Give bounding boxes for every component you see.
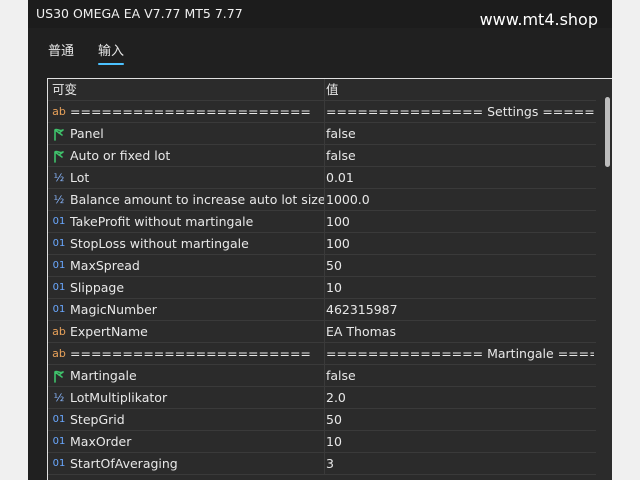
table-row[interactable]: 01 StopLoss without martingale 100 [48,233,596,255]
parameter-value-cell[interactable]: =============== Settings ======... [326,101,594,122]
table-row[interactable]: ½ Balance amount to increase auto lot siz… [48,189,596,211]
parameter-value-cell[interactable]: EA Thomas [326,321,594,342]
integer-type-icon: 01 [52,238,66,249]
table-row[interactable]: ab ======================= ===============… [48,343,596,365]
column-header-value[interactable]: 值 [326,79,594,100]
parameter-value-cell[interactable]: 3 [326,453,594,474]
tab-bar: 普通 输入 [28,28,612,68]
table-row[interactable]: Panel false [48,123,596,145]
parameter-name: StopLoss without martingale [70,236,249,251]
double-type-icon: ½ [53,193,65,206]
double-type-icon: ½ [53,391,65,404]
bool-type-icon [52,145,66,166]
parameter-name-cell: 01 StartOfAveraging [48,453,325,474]
bool-type-icon [52,123,66,144]
parameter-value-cell[interactable]: 100 [326,233,594,254]
parameter-name-cell: ½ Lot [48,167,325,188]
parameter-name: Panel [70,126,104,141]
parameter-name-cell: Martingale [48,365,325,386]
parameter-name: ExpertName [70,324,148,339]
parameter-value-cell[interactable]: =============== Martingale ====... [326,343,594,364]
table-row[interactable]: ab ======================= ===============… [48,101,596,123]
parameter-name-cell: 01 MaxOrder [48,431,325,452]
parameter-value-cell[interactable]: false [326,123,594,144]
properties-window: US30 OMEGA EA V7.77 MT5 7.77 www.mt4.sho… [28,0,612,480]
parameter-name-cell: 01 Slippage [48,277,325,298]
string-type-icon: ab [52,325,66,338]
table-row[interactable]: 01 StepGrid 50 [48,409,596,431]
table-row[interactable]: ½ LotMultiplikator 2.0 [48,387,596,409]
parameter-name: Auto or fixed lot [70,148,171,163]
parameter-value-cell[interactable]: 10 [326,277,594,298]
double-type-icon: ½ [53,171,65,184]
parameter-value-cell[interactable]: 0.01 [326,167,594,188]
table-row[interactable]: 01 MagicNumber 462315987 [48,299,596,321]
integer-type-icon: 01 [52,216,66,227]
parameter-name-cell: ab ExpertName [48,321,325,342]
parameter-name-cell: 01 StopLoss without martingale [48,233,325,254]
parameter-name: Balance amount to increase auto lot size [70,192,325,207]
parameter-value-cell[interactable]: 50 [326,255,594,276]
integer-type-icon: 01 [52,414,66,425]
parameter-name: LotMultiplikator [70,390,168,405]
parameter-name-cell: 01 StepGrid [48,409,325,430]
integer-type-icon: 01 [52,282,66,293]
parameter-name: Lot [70,170,90,185]
parameter-value-cell[interactable]: 2.0 [326,387,594,408]
tab-common[interactable]: 普通 [48,40,74,59]
tab-inputs[interactable]: 输入 [98,40,125,65]
table-row[interactable]: 01 MaxSpread 50 [48,255,596,277]
integer-type-icon: 01 [52,458,66,469]
parameter-name-cell: 01 MagicNumber [48,299,325,320]
table-row[interactable]: Martingale false [48,365,596,387]
table-row[interactable]: ab ExpertName EA Thomas [48,321,596,343]
column-header-variable[interactable]: 可变 [48,79,325,100]
parameter-name-cell: ½ LotMultiplikator [48,387,325,408]
parameter-name: ======================= [70,346,311,361]
parameter-name-cell: 01 MaxSpread [48,255,325,276]
table-row[interactable]: Auto or fixed lot false [48,145,596,167]
parameter-name-cell: Panel [48,123,325,144]
parameter-value-cell[interactable]: 100 [326,211,594,232]
parameter-name: TakeProfit without martingale [70,214,254,229]
parameter-value-cell[interactable]: 1000.0 [326,189,594,210]
table-row[interactable]: ½ Lot 0.01 [48,167,596,189]
parameter-name-cell: ab ======================= [48,343,325,364]
parameter-name-cell: ab ======================= [48,101,325,122]
parameter-name-cell: Auto or fixed lot [48,145,325,166]
parameter-name-cell: ½ Balance amount to increase auto lot siz… [48,189,325,210]
parameter-name: MagicNumber [70,302,157,317]
integer-type-icon: 01 [52,436,66,447]
parameter-name: Slippage [70,280,125,295]
string-type-icon: ab [52,105,66,118]
table-row[interactable]: 01 MaxOrder 10 [48,431,596,453]
parameter-name: MaxSpread [70,258,140,273]
parameter-value-cell[interactable]: 10 [326,431,594,452]
table-row[interactable]: 01 StartOfAveraging 3 [48,453,596,475]
parameter-value-cell[interactable]: false [326,365,594,386]
parameter-name: Martingale [70,368,137,383]
parameter-value-cell[interactable]: 462315987 [326,299,594,320]
parameter-value-cell[interactable]: 50 [326,409,594,430]
parameter-name: ======================= [70,104,311,119]
integer-type-icon: 01 [52,304,66,315]
parameter-name-cell: 01 TakeProfit without martingale [48,211,325,232]
window-title: US30 OMEGA EA V7.77 MT5 7.77 [36,6,243,21]
parameter-name: MaxOrder [70,434,132,449]
parameter-value-cell[interactable]: false [326,145,594,166]
table-row[interactable]: 01 TakeProfit without martingale 100 [48,211,596,233]
integer-type-icon: 01 [52,260,66,271]
parameter-name: StepGrid [70,412,125,427]
table-header: 可变 值 [48,79,596,101]
string-type-icon: ab [52,347,66,360]
bool-type-icon [52,365,66,386]
vertical-scrollbar[interactable] [605,97,610,167]
inputs-table: 可变 值 ab ======================= ==========… [47,78,612,480]
table-row[interactable]: 01 Slippage 10 [48,277,596,299]
parameter-name: StartOfAveraging [70,456,178,471]
